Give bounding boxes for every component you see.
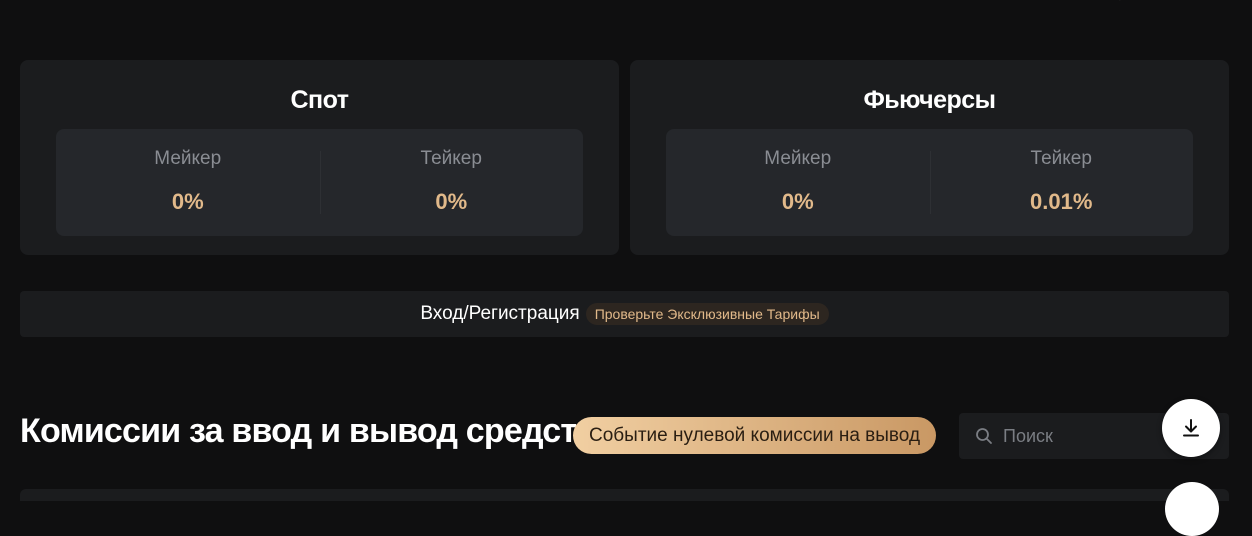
futures-taker-label: Тейкер bbox=[1030, 148, 1092, 169]
futures-taker: Тейкер 0.01% bbox=[929, 129, 1194, 236]
spot-maker: Мейкер 0% bbox=[56, 129, 320, 236]
login-bar: Вход/Регистрация Проверьте Эксклюзивные … bbox=[20, 291, 1229, 337]
futures-maker-label: Мейкер bbox=[764, 148, 832, 169]
spot-title: Спот bbox=[290, 86, 349, 114]
exclusive-rates-badge[interactable]: Проверьте Эксклюзивные Тарифы bbox=[585, 303, 829, 325]
futures-taker-value: 0.01% bbox=[1030, 189, 1093, 214]
futures-maker-value: 0% bbox=[781, 189, 814, 214]
decorative-graphic bbox=[1064, 0, 1121, 1]
spot-card: Спот Мейкер 0% Тейкер 0% bbox=[20, 60, 619, 255]
spot-taker: Тейкер 0% bbox=[319, 129, 584, 236]
floating-action-button[interactable] bbox=[1165, 482, 1219, 536]
fee-table-header bbox=[20, 489, 1229, 501]
download-button[interactable] bbox=[1162, 399, 1220, 457]
spot-maker-value: 0% bbox=[171, 189, 204, 214]
spot-taker-label: Тейкер bbox=[420, 148, 482, 169]
futures-card: Фьючерсы Мейкер 0% Тейкер 0.01% bbox=[630, 60, 1229, 255]
spot-maker-label: Мейкер bbox=[154, 148, 222, 169]
zero-fee-event-button[interactable]: Событие нулевой комиссии на вывод bbox=[573, 417, 937, 454]
download-icon bbox=[1183, 419, 1199, 437]
login-register-link[interactable]: Вход/Регистрация bbox=[420, 303, 579, 325]
fee-cards: Спот Мейкер 0% Тейкер 0% Фьючерсы Мейкер… bbox=[20, 60, 1229, 255]
futures-title: Фьючерсы bbox=[863, 86, 996, 114]
deposit-withdraw-title: Комиссии за ввод и вывод средств bbox=[20, 412, 597, 450]
spot-taker-value: 0% bbox=[435, 189, 468, 214]
spot-rates: Мейкер 0% Тейкер 0% bbox=[56, 129, 583, 236]
search-input[interactable] bbox=[1001, 424, 1185, 448]
futures-rates: Мейкер 0% Тейкер 0.01% bbox=[666, 129, 1193, 236]
search-icon bbox=[976, 428, 992, 444]
futures-maker: Мейкер 0% bbox=[666, 129, 930, 236]
